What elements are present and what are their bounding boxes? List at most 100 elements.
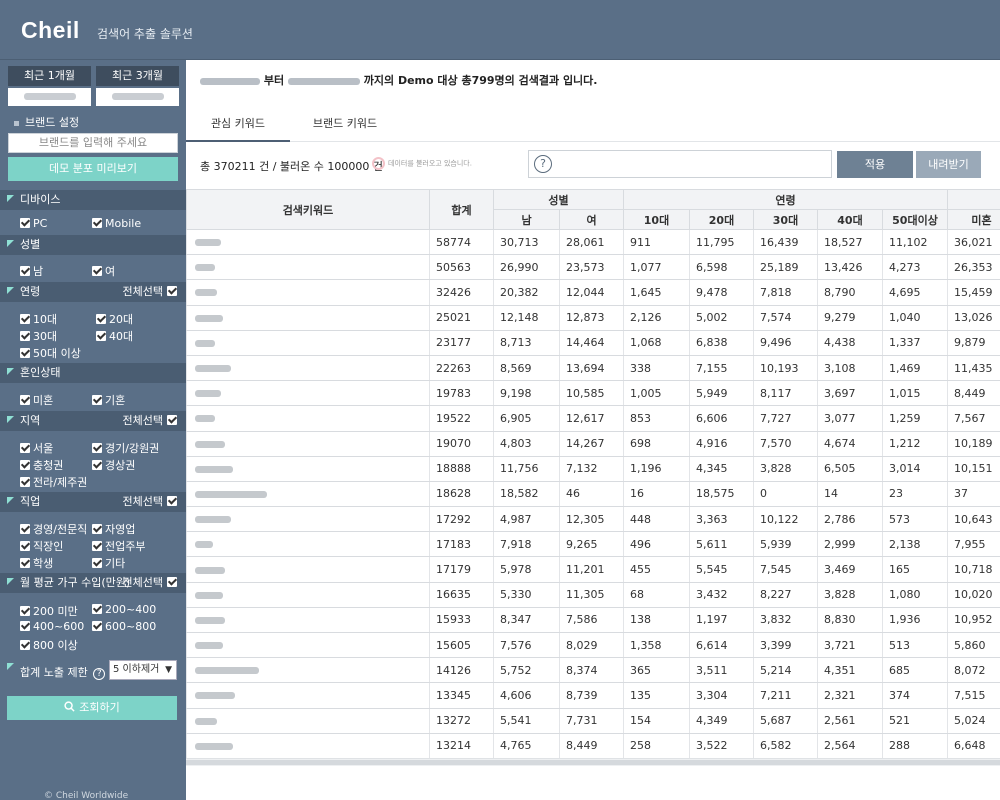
table-row[interactable]: 18628 18,582 46 16 18,575 0 14 23 37 xyxy=(186,481,1000,508)
col-group-age: 연령 xyxy=(623,189,948,210)
checkbox-jeolla[interactable]: 전라/제주권 xyxy=(20,474,87,490)
checkbox-age-20[interactable]: 20대 xyxy=(96,311,133,327)
table-cell: 1,005 xyxy=(623,380,690,407)
table-row[interactable]: 17292 4,987 12,305 448 3,363 10,122 2,786 573 10… xyxy=(186,506,1000,533)
table-row[interactable]: 19522 6,905 12,617 853 6,606 7,727 3,077 1,259 7… xyxy=(186,405,1000,432)
table-row[interactable]: 13272 5,541 7,731 154 4,349 5,687 2,561 521 5,02… xyxy=(186,708,1000,734)
table-row[interactable]: 19783 9,198 10,585 1,005 5,949 8,117 3,697 1,01… xyxy=(186,380,1000,407)
start-date-input[interactable] xyxy=(8,88,91,106)
checkbox-chungcheong[interactable]: 충청권 xyxy=(20,457,63,473)
checkbox-mobile[interactable]: Mobile xyxy=(92,217,141,230)
table-cell: 20,382 xyxy=(493,279,560,306)
brand-input[interactable]: 브랜드를 입력해 주세요 xyxy=(8,133,178,153)
search-button[interactable]: 조회하기 xyxy=(7,696,177,720)
table-cell: 4,273 xyxy=(882,254,948,281)
col-age-50[interactable]: 50대이상 xyxy=(882,209,948,230)
col-age-20[interactable]: 20대 xyxy=(689,209,754,230)
table-row[interactable]: 17179 5,978 11,201 455 5,545 7,545 3,469 165 10,… xyxy=(186,556,1000,583)
end-date-input[interactable] xyxy=(96,88,179,106)
table-row[interactable]: 19070 4,803 14,267 698 4,916 7,570 4,674 1,212 1… xyxy=(186,431,1000,457)
table-row[interactable]: 13345 4,606 8,739 135 3,304 7,211 2,321 374 7,51… xyxy=(186,682,1000,709)
col-age-30[interactable]: 30대 xyxy=(753,209,818,230)
checkbox-office-worker[interactable]: 직장인 xyxy=(20,538,63,554)
period-3month-button[interactable]: 최근 3개월 xyxy=(96,66,179,86)
table-row[interactable]: 13214 4,765 8,449 258 3,522 6,582 2,564 288 6,64… xyxy=(186,733,1000,758)
table-row[interactable]: 32426 20,382 12,044 1,645 9,478 7,818 8,790 4,6… xyxy=(186,279,1000,306)
chevron-down-icon: ▼ xyxy=(165,665,172,675)
table-cell: 15,459 xyxy=(947,279,1000,306)
checkbox-pc[interactable]: PC xyxy=(20,217,47,230)
checkbox-income-over800[interactable]: 800 이상 xyxy=(20,637,78,653)
col-female[interactable]: 여 xyxy=(559,209,624,230)
table-cell: 685 xyxy=(882,657,948,684)
checkbox-single[interactable]: 미혼 xyxy=(20,392,53,408)
table-row[interactable]: 18888 11,756 7,132 1,196 4,345 3,828 6,505 3,01… xyxy=(186,456,1000,482)
region-select-all[interactable]: 전체선택 xyxy=(123,411,180,431)
table-row[interactable]: 17183 7,918 9,265 496 5,611 5,939 2,999 2,138 7,… xyxy=(186,531,1000,558)
table-row[interactable]: 23177 8,713 14,464 1,068 6,838 9,496 4,438 1,33… xyxy=(186,330,1000,356)
col-age-40[interactable]: 40대 xyxy=(817,209,883,230)
col-single[interactable]: 미혼 xyxy=(947,209,1000,230)
question-icon[interactable]: ? xyxy=(534,155,552,173)
income-select-all[interactable]: 전체선택 xyxy=(123,573,180,593)
age-select-all[interactable]: 전체선택 xyxy=(123,282,180,302)
apply-button[interactable]: 적용 xyxy=(837,151,913,178)
job-select-all[interactable]: 전체선택 xyxy=(123,492,180,512)
section-job: 직업 전체선택 xyxy=(0,492,186,512)
table-cell: 4,803 xyxy=(493,431,560,457)
question-icon[interactable]: ? xyxy=(93,668,106,680)
table-cell: 4,916 xyxy=(689,431,754,457)
checkbox-gyeongsang[interactable]: 경상권 xyxy=(92,457,135,473)
checkbox-age-30[interactable]: 30대 xyxy=(20,328,57,344)
table-row[interactable]: 22263 8,569 13,694 338 7,155 10,193 3,108 1,469… xyxy=(186,355,1000,382)
checkbox-income-400-600[interactable]: 400~600 xyxy=(20,620,84,633)
horizontal-scrollbar[interactable] xyxy=(186,758,1000,766)
table-row[interactable]: 14126 5,752 8,374 365 3,511 5,214 4,351 685 8,07… xyxy=(186,657,1000,684)
app-subtitle: 검색어 추출 솔루션 xyxy=(97,27,193,41)
table-row[interactable]: 15933 8,347 7,586 138 1,197 3,832 8,830 1,936 10… xyxy=(186,607,1000,634)
table-cell: 10,193 xyxy=(753,355,818,382)
download-button[interactable]: 내려받기 xyxy=(916,151,981,178)
logo[interactable]: Cheil xyxy=(21,17,80,44)
table-cell: 10,585 xyxy=(559,380,624,407)
col-total[interactable]: 합계 xyxy=(429,189,494,230)
table-cell: 6,606 xyxy=(689,405,754,432)
table-cell: 25,189 xyxy=(753,254,818,281)
table-row[interactable]: 16635 5,330 11,305 68 3,432 8,227 3,828 1,080 10… xyxy=(186,582,1000,608)
table-cell: 9,496 xyxy=(753,330,818,356)
col-male[interactable]: 남 xyxy=(493,209,560,230)
table-row[interactable]: 15605 7,576 8,029 1,358 6,614 3,399 3,721 513 5,… xyxy=(186,632,1000,659)
keyword-filter-input[interactable]: ? xyxy=(528,150,832,178)
checkbox-income-600-800[interactable]: 600~800 xyxy=(92,620,156,633)
table-row[interactable]: 25021 12,148 12,873 2,126 5,002 7,574 9,279 1,0… xyxy=(186,305,1000,331)
checkbox-professional[interactable]: 경영/전문직 xyxy=(20,521,87,537)
tab-brand-keyword[interactable]: 브랜드 키워드 xyxy=(290,107,400,142)
checkbox-homemaker[interactable]: 전업주부 xyxy=(92,538,145,554)
checkbox-male[interactable]: 남 xyxy=(20,263,43,279)
table-cell: 10,189 xyxy=(947,431,1000,457)
checkbox-self-employed[interactable]: 자영업 xyxy=(92,521,135,537)
checkbox-female[interactable]: 여 xyxy=(92,263,115,279)
checkbox-gyeonggi[interactable]: 경기/강원권 xyxy=(92,440,159,456)
demo-preview-button[interactable]: 데모 분포 미리보기 xyxy=(8,157,178,181)
keyword-tabs: 관심 키워드 브랜드 키워드 xyxy=(186,107,1000,142)
table-row[interactable]: 58774 30,713 28,061 911 11,795 16,439 18,527 11… xyxy=(186,229,1000,256)
period-1month-button[interactable]: 최근 1개월 xyxy=(8,66,91,86)
checkbox-income-200-400[interactable]: 200~400 xyxy=(92,603,156,616)
table-cell: 5,611 xyxy=(689,531,754,558)
checkbox-income-under200[interactable]: 200 미만 xyxy=(20,603,78,619)
table-cell: 2,999 xyxy=(817,531,883,558)
limit-select[interactable]: 5 이하제거 ▼ xyxy=(109,660,177,680)
checkbox-married[interactable]: 기혼 xyxy=(92,392,125,408)
checkbox-age-10[interactable]: 10대 xyxy=(20,311,57,327)
checkbox-age-50[interactable]: 50대 이상 xyxy=(20,345,81,361)
checkbox-seoul[interactable]: 서울 xyxy=(20,440,53,456)
checkbox-other[interactable]: 기타 xyxy=(92,555,125,571)
checkbox-age-40[interactable]: 40대 xyxy=(96,328,133,344)
tab-interest-keyword[interactable]: 관심 키워드 xyxy=(186,107,290,142)
scrollbar-thumb[interactable] xyxy=(186,760,1000,765)
table-row[interactable]: 50563 26,990 23,573 1,077 6,598 25,189 13,426 4… xyxy=(186,254,1000,281)
checkbox-student[interactable]: 학생 xyxy=(20,555,53,571)
col-keyword[interactable]: 검색키워드 xyxy=(186,189,430,230)
col-age-10[interactable]: 10대 xyxy=(623,209,690,230)
